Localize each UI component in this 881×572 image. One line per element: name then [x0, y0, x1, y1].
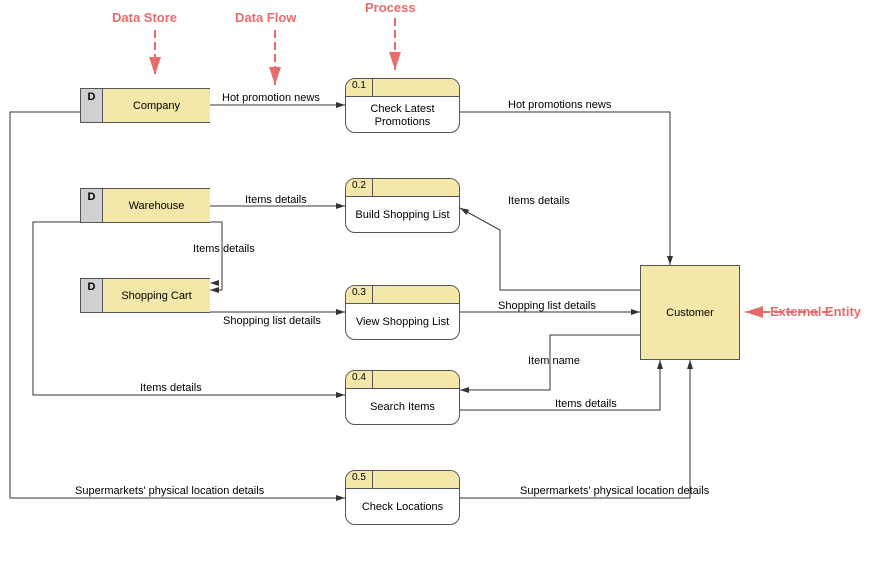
- store-warehouse-tag: D: [81, 189, 103, 222]
- entity-customer: Customer: [640, 265, 740, 360]
- flow-items-details-1: Items details: [245, 194, 307, 206]
- flow-items-details-4: Items details: [555, 398, 617, 410]
- process-0-3-num: 0.3: [346, 286, 373, 303]
- annot-data-flow: Data Flow: [235, 10, 296, 25]
- process-check-promotions: 0.1 Check LatestPromotions: [345, 78, 460, 133]
- process-0-3-label: View Shopping List: [346, 304, 459, 340]
- flow-shopping-list-2: Shopping list details: [498, 300, 596, 312]
- flow-items-details-3: Items details: [193, 243, 255, 255]
- process-0-5-num: 0.5: [346, 471, 373, 488]
- process-0-4-label: Search Items: [346, 389, 459, 425]
- store-cart: D Shopping Cart: [80, 278, 210, 313]
- store-cart-tag: D: [81, 279, 103, 312]
- annot-data-store: Data Store: [112, 10, 177, 25]
- flow-items-details-2: Items details: [508, 195, 570, 207]
- store-company: D Company: [80, 88, 210, 123]
- process-search-items: 0.4 Search Items: [345, 370, 460, 425]
- annot-process: Process: [365, 0, 416, 15]
- flow-loc-1: Supermarkets' physical location details: [75, 485, 264, 497]
- flow-shopping-list-1: Shopping list details: [223, 315, 321, 327]
- store-company-label: Company: [103, 89, 210, 122]
- process-check-locations: 0.5 Check Locations: [345, 470, 460, 525]
- process-view-list: 0.3 View Shopping List: [345, 285, 460, 340]
- process-build-list: 0.2 Build Shopping List: [345, 178, 460, 233]
- process-0-2-num: 0.2: [346, 179, 373, 196]
- store-company-tag: D: [81, 89, 103, 122]
- flow-hot-promotions-news: Hot promotions news: [508, 99, 611, 111]
- store-warehouse: D Warehouse: [80, 188, 210, 223]
- process-0-1-num: 0.1: [346, 79, 373, 96]
- store-warehouse-label: Warehouse: [103, 189, 210, 222]
- process-0-1-label: Check LatestPromotions: [346, 97, 459, 133]
- process-0-2-label: Build Shopping List: [346, 197, 459, 233]
- store-cart-label: Shopping Cart: [103, 279, 210, 312]
- process-0-5-label: Check Locations: [346, 489, 459, 525]
- flow-hot-promotion-news: Hot promotion news: [222, 92, 320, 104]
- process-0-4-num: 0.4: [346, 371, 373, 388]
- flow-loc-2: Supermarkets' physical location details: [520, 485, 709, 497]
- flow-items-details-5: Items details: [140, 382, 202, 394]
- flow-item-name: Item name: [528, 355, 580, 367]
- annot-external-entity: External Entity: [770, 304, 861, 319]
